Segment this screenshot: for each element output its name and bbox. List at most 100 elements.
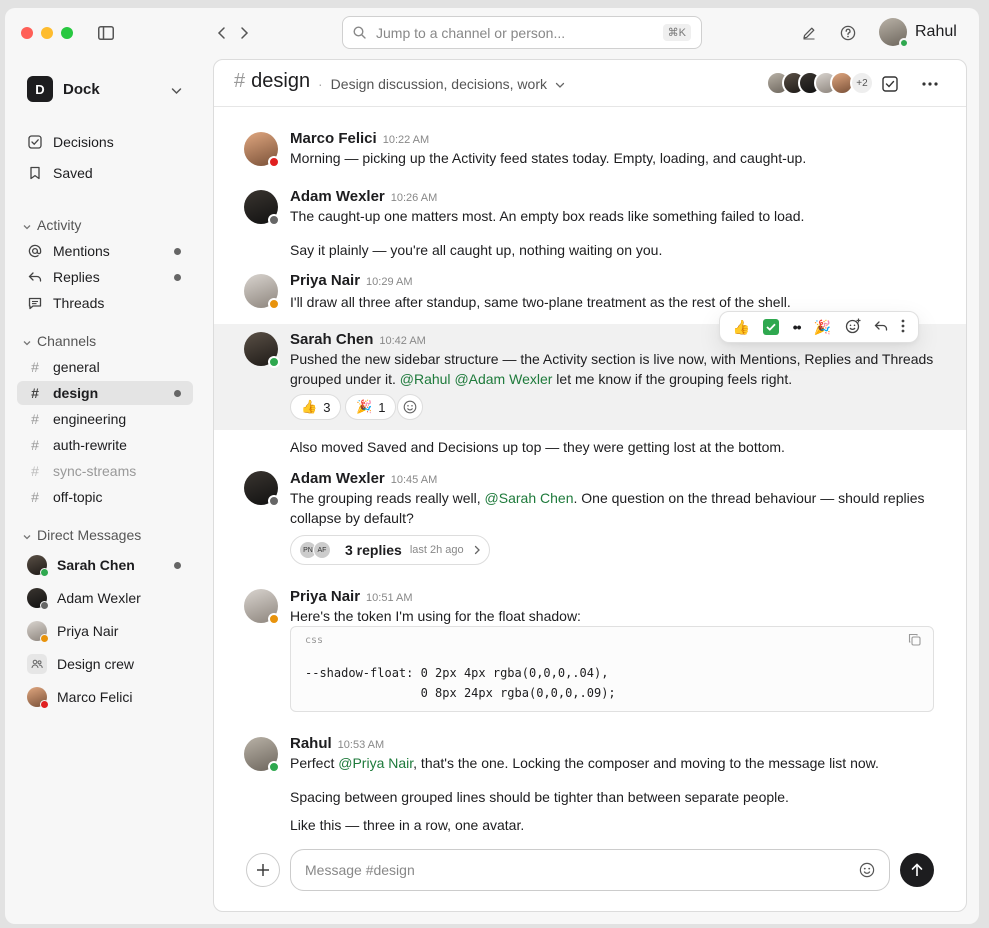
thread-reply-count: 3 replies (345, 542, 402, 558)
quick-react-check[interactable] (763, 319, 780, 335)
member-avatar-stack[interactable]: +2 (766, 71, 874, 95)
search-input[interactable]: Jump to a channel or person... ⌘K (342, 16, 702, 49)
sidebar-item-label: sync-streams (53, 463, 137, 479)
avatar[interactable] (244, 589, 280, 625)
message-text: Here's the token I'm using for the float… (290, 608, 581, 624)
message-author[interactable]: Adam Wexler 10:26 AM (290, 188, 437, 205)
workspace-switcher[interactable]: D Dock (27, 76, 100, 102)
status-indicator (40, 634, 49, 643)
sidebar-toggle-icon[interactable] (97, 24, 115, 42)
dm-section-header[interactable]: Direct Messages (23, 527, 141, 543)
channel-description-dropdown[interactable]: · Design discussion, decisions, work (318, 76, 565, 92)
at-icon (27, 244, 43, 258)
sidebar-dm-marco-felici[interactable]: Marco Felici (17, 684, 193, 710)
search-shortcut-badge: ⌘K (662, 24, 691, 41)
channel-name: design (251, 70, 311, 92)
compose-pencil-icon[interactable] (800, 24, 818, 42)
sidebar-item-replies[interactable]: Replies (17, 265, 193, 289)
copy-icon[interactable] (908, 633, 921, 649)
channels-section-header[interactable]: Channels (23, 333, 96, 349)
channel-hash-icon: # (31, 463, 39, 479)
decisions-check-icon[interactable] (880, 74, 900, 94)
avatar[interactable] (244, 274, 280, 310)
more-horizontal-icon[interactable] (920, 74, 940, 94)
message-author[interactable]: Priya Nair 10:29 AM (290, 272, 413, 289)
add-reaction-icon[interactable] (845, 318, 861, 337)
message-timestamp: 10:29 AM (366, 276, 413, 288)
maximize-window-button[interactable] (61, 27, 73, 39)
avatar (27, 555, 49, 577)
message-author[interactable]: Rahul 10:53 AM (290, 735, 384, 752)
sidebar-item-threads[interactable]: Threads (17, 291, 193, 315)
avatar[interactable] (244, 190, 280, 226)
reaction-chip[interactable]: 👍 3 (290, 394, 342, 420)
message-timestamp: 10:53 AM (337, 739, 385, 751)
back-arrow-icon[interactable] (213, 24, 231, 42)
mention-link[interactable]: @Priya Nair (338, 755, 413, 771)
message-text: The caught-up one matters most. An empty… (290, 208, 805, 224)
message-author[interactable]: Marco Felici 10:22 AM (290, 130, 429, 147)
user-menu[interactable]: Rahul (879, 18, 957, 48)
mention-link[interactable]: @Adam Wexler (454, 371, 552, 387)
smiley-icon (403, 400, 417, 414)
avatar[interactable] (244, 332, 280, 368)
forward-arrow-icon[interactable] (235, 24, 253, 42)
add-reaction-button[interactable] (397, 394, 423, 420)
reaction-chip[interactable]: 🎉 1 (345, 394, 397, 420)
activity-section-header[interactable]: Activity (23, 217, 81, 233)
text-segment: , that's the one. Locking the composer a… (413, 755, 879, 771)
message-text: Morning — picking up the Activity feed s… (290, 150, 807, 166)
more-vertical-icon[interactable] (901, 319, 905, 336)
message-composer-input[interactable]: Message #design (290, 849, 890, 891)
sidebar-item-mentions[interactable]: Mentions (17, 239, 193, 263)
message-author[interactable]: Adam Wexler 10:45 AM (290, 470, 437, 487)
quick-react-thumbs-up[interactable]: 👍 (733, 319, 750, 336)
thread-replies-button[interactable]: PN AF 3 replies last 2h ago (290, 535, 490, 565)
quick-react-party[interactable]: 🎉 (814, 319, 831, 336)
minimize-window-button[interactable] (41, 27, 53, 39)
sidebar-item-general[interactable]: # general (17, 355, 193, 379)
reply-icon[interactable] (874, 319, 888, 335)
sidebar-item-decisions[interactable]: Decisions (17, 130, 193, 154)
chevron-down-icon (555, 76, 565, 92)
sidebar-dm-priya-nair[interactable]: Priya Nair (17, 618, 193, 644)
mention-link[interactable]: @Rahul (400, 371, 451, 387)
sidebar-item-label: Marco Felici (57, 689, 133, 705)
message-author[interactable]: Sarah Chen 10:42 AM (290, 331, 426, 348)
sidebar-dm-sarah-chen[interactable]: Sarah Chen (17, 552, 193, 578)
message-actions-bar: 👍 •• 🎉 (719, 311, 919, 343)
mention-link[interactable]: @Sarah Chen (485, 490, 574, 506)
send-button[interactable] (900, 853, 934, 887)
close-window-button[interactable] (21, 27, 33, 39)
sidebar-item-label: Saved (53, 165, 93, 181)
message-timestamp: 10:42 AM (379, 335, 426, 347)
emoji-picker-icon[interactable] (859, 862, 875, 878)
unread-dot (174, 562, 181, 569)
chevron-down-icon[interactable] (171, 82, 182, 98)
title-bar: Jump to a channel or person... ⌘K Rahul (5, 8, 979, 58)
member-overflow-count: +2 (850, 71, 874, 95)
avatar[interactable] (244, 471, 280, 507)
sidebar-dm-adam-wexler[interactable]: Adam Wexler (17, 585, 193, 611)
unread-dot (174, 248, 181, 255)
code-block: css --shadow-float: 0 2px 4px rgba(0,0,0… (290, 626, 934, 712)
sidebar-dm-design-crew[interactable]: Design crew (17, 651, 193, 677)
workspace-logo: D (27, 76, 53, 102)
avatar[interactable] (244, 132, 280, 168)
sidebar-item-auth-rewrite[interactable]: # auth-rewrite (17, 433, 193, 457)
avatar[interactable] (244, 737, 280, 773)
sidebar-item-design[interactable]: # design (17, 381, 193, 405)
sidebar-item-saved[interactable]: Saved (17, 161, 193, 185)
attach-plus-button[interactable] (246, 853, 280, 887)
sidebar-item-off-topic[interactable]: # off-topic (17, 485, 193, 509)
channel-hash-icon: # (31, 411, 39, 427)
message-author[interactable]: Priya Nair 10:51 AM (290, 588, 413, 605)
sidebar-item-label: Mentions (53, 243, 110, 259)
message-timestamp: 10:22 AM (382, 134, 430, 146)
status-indicator (268, 356, 280, 368)
quick-react-eyes[interactable]: •• (793, 319, 802, 335)
sidebar-item-engineering[interactable]: # engineering (17, 407, 193, 431)
author-name: Adam Wexler (290, 188, 385, 205)
sidebar-item-sync-streams[interactable]: # sync-streams (17, 459, 193, 483)
help-icon[interactable] (839, 24, 857, 42)
